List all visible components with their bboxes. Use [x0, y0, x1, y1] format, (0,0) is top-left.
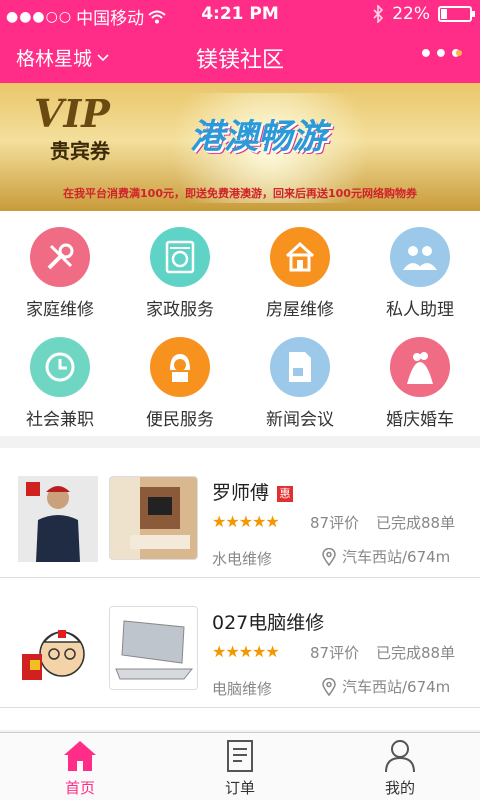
service-label: 婚庆婚车	[386, 410, 454, 430]
tab-profile[interactable]: 我的	[320, 733, 480, 800]
completed-orders: 已完成88单	[376, 644, 456, 662]
provider-photo	[109, 476, 198, 560]
service-house-repair[interactable]: 房屋维修	[240, 211, 360, 321]
vip-label: VIP	[34, 91, 110, 136]
promo-banner[interactable]: VIP 贵宾券 港澳畅游 在我平台消费满100元，即送免费港澳游，回来后再送10…	[0, 83, 480, 211]
home-icon	[64, 741, 96, 771]
service-convenience[interactable]: 便民服务	[120, 321, 240, 431]
provider-photo	[109, 606, 198, 690]
washing-machine-icon	[150, 227, 210, 287]
service-category: 电脑维修	[212, 680, 273, 698]
battery-icon	[438, 6, 475, 22]
location-row: 汽车西站/674m	[322, 676, 450, 697]
service-wedding[interactable]: 婚庆婚车	[360, 321, 480, 431]
provider-avatar	[18, 476, 98, 562]
provider-name: 027电脑维修	[212, 612, 325, 634]
wrench-screwdriver-icon	[30, 227, 90, 287]
people-icon	[390, 227, 450, 287]
clock-icon	[30, 337, 90, 397]
service-label: 新闻会议	[266, 410, 334, 430]
provider-avatar	[18, 606, 98, 692]
battery-level	[441, 9, 448, 19]
location-pin-icon	[322, 677, 336, 696]
user-icon	[385, 740, 415, 773]
banner-caption: 在我平台消费满100元，即送免费港澳游，回来后再送100元网络购物券	[63, 187, 417, 200]
location-text: 汽车西站/674m	[342, 548, 451, 566]
provider-card[interactable]: 027电脑维修 ★★★★★ 87评价 已完成88单 电脑维修 汽车西站/674m	[0, 578, 480, 708]
service-label: 房屋维修	[266, 300, 334, 320]
completed-orders: 已完成88单	[376, 514, 456, 532]
tab-home[interactable]: 首页	[0, 733, 160, 800]
service-housekeeping[interactable]: 家政服务	[120, 211, 240, 321]
status-right: 22%	[372, 4, 475, 24]
rating-stars: ★★★★★	[212, 512, 280, 531]
location-text: 汽车西站/674m	[342, 678, 451, 696]
service-part-time[interactable]: 社会兼职	[0, 321, 120, 431]
service-label: 家政服务	[146, 300, 214, 320]
provider-card[interactable]: 罗师傅惠 ★★★★★ 87评价 已完成88单 水电维修 汽车西站/674m	[0, 448, 480, 578]
rating-stars: ★★★★★	[212, 642, 280, 661]
order-list-icon	[227, 740, 253, 772]
notification-dot	[456, 50, 462, 56]
news-photo-icon	[270, 337, 330, 397]
house-brush-icon	[270, 227, 330, 287]
tab-label: 我的	[384, 779, 415, 797]
location-row: 汽车西站/674m	[322, 546, 450, 567]
tab-bar: 首页 订单 我的	[0, 732, 480, 800]
discount-badge: 惠	[277, 485, 294, 502]
service-category: 水电维修	[212, 550, 273, 568]
vip-coupon-label: 贵宾券	[50, 139, 110, 163]
service-grid: 家庭维修 家政服务 房屋维修 私人助理 社会兼职 便民服务 新闻会议 婚庆婚车	[0, 211, 480, 436]
service-news-meeting[interactable]: 新闻会议	[240, 321, 360, 431]
wedding-icon	[390, 337, 450, 397]
provider-name: 罗师傅	[212, 482, 270, 504]
service-label: 便民服务	[146, 410, 214, 430]
battery-percent: 22%	[392, 4, 430, 24]
service-label: 家庭维修	[26, 300, 94, 320]
provider-name-row: 027电脑维修	[212, 608, 324, 635]
service-label: 私人助理	[386, 300, 454, 320]
banner-headline: 港澳畅游	[190, 117, 326, 157]
review-count: 87评价	[310, 514, 360, 532]
location-pin-icon	[322, 547, 336, 566]
bluetooth-icon	[373, 5, 384, 23]
service-personal-assistant[interactable]: 私人助理	[360, 211, 480, 321]
status-bar: ●●●○○ 中国移动 4:21 PM 22%	[0, 0, 480, 30]
nav-bar: 格林星城 镁镁社区 •••	[0, 30, 480, 83]
service-label: 社会兼职	[26, 410, 94, 430]
service-home-repair[interactable]: 家庭维修	[0, 211, 120, 321]
provider-list: 罗师傅惠 ★★★★★ 87评价 已完成88单 水电维修 汽车西站/674m 02…	[0, 448, 480, 730]
provider-name-row: 罗师傅惠	[212, 478, 294, 505]
page-title: 镁镁社区	[195, 48, 284, 73]
review-count: 87评价	[310, 644, 360, 662]
tab-orders[interactable]: 订单	[160, 733, 320, 800]
tab-label: 首页	[64, 779, 95, 797]
tab-label: 订单	[224, 779, 255, 797]
woman-icon	[150, 337, 210, 397]
provider-card-partial[interactable]	[0, 708, 480, 730]
